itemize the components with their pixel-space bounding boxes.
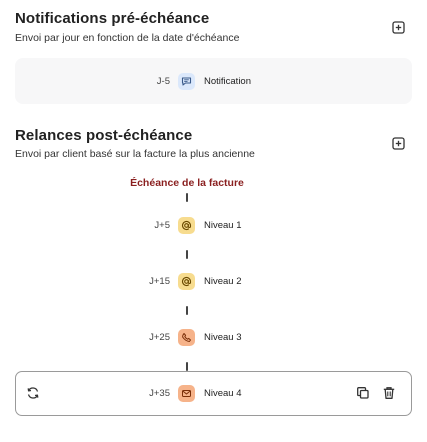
- chat-icon: [178, 72, 195, 90]
- level-row[interactable]: J+5 Niveau 1: [140, 215, 242, 235]
- level-label: Niveau 1: [204, 219, 242, 231]
- post-due-title: Relances post-échéance: [15, 127, 193, 144]
- level-label: Niveau 4: [204, 387, 242, 399]
- refresh-icon: [27, 387, 39, 399]
- mail-icon: [178, 384, 195, 402]
- level-label: Niveau 2: [204, 275, 242, 287]
- at-sign-icon: [178, 272, 195, 290]
- refresh-button[interactable]: [25, 385, 41, 401]
- level-row[interactable]: J+15 Niveau 2: [140, 271, 242, 291]
- duplicate-button[interactable]: [355, 385, 371, 401]
- timeline-connector: [186, 193, 188, 202]
- pre-due-title: Notifications pré-échéance: [15, 10, 210, 27]
- timeline-connector: [186, 306, 188, 315]
- deadline-label: Échéance de la facture: [130, 177, 244, 189]
- pre-due-row[interactable]: J-5 Notification: [140, 71, 251, 91]
- add-square-icon: [392, 21, 405, 34]
- level-day: J+25: [149, 331, 170, 343]
- add-square-icon: [392, 137, 405, 150]
- delete-button[interactable]: [381, 385, 397, 401]
- copy-icon: [357, 387, 369, 399]
- pre-due-subtitle: Envoi par jour en fonction de la date d'…: [15, 32, 240, 44]
- level-day: J+5: [154, 219, 170, 231]
- pre-due-add-button[interactable]: [391, 20, 406, 35]
- row-day: J-5: [156, 75, 170, 87]
- timeline-connector: [186, 362, 188, 371]
- phone-icon: [178, 328, 195, 346]
- row-label: Notification: [204, 75, 251, 87]
- timeline-connector: [186, 250, 188, 259]
- trash-icon: [383, 387, 395, 399]
- at-sign-icon: [178, 216, 195, 234]
- level-day: J+35: [149, 387, 170, 399]
- level-label: Niveau 3: [204, 331, 242, 343]
- level-row[interactable]: J+35 Niveau 4: [140, 383, 242, 403]
- post-due-add-button[interactable]: [391, 136, 406, 151]
- post-due-subtitle: Envoi par client basé sur la facture la …: [15, 148, 255, 160]
- level-day: J+15: [149, 275, 170, 287]
- level-row[interactable]: J+25 Niveau 3: [140, 327, 242, 347]
